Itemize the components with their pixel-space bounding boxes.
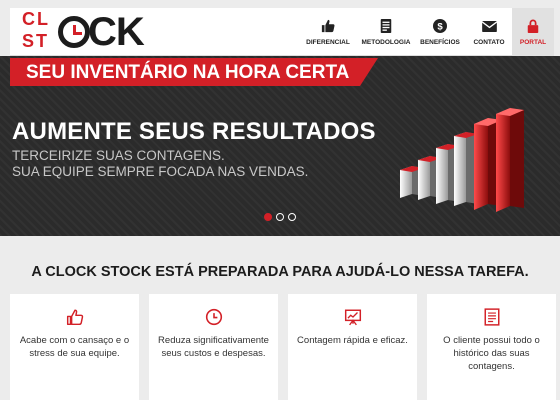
feature-card-text: Acabe com o cansaço e o stress de sua eq… <box>19 335 130 359</box>
hero-subtitle-line2: SUA EQUIPE SEMPRE FOCADA NAS VENDAS. <box>12 164 309 179</box>
document-icon <box>378 18 394 34</box>
hero-banner-text: SEU INVENTÁRIO NA HORA CERTA <box>26 62 350 83</box>
clock-stock-logo[interactable]: CL ST CK <box>20 9 145 54</box>
site-header: CL ST CK DIFERENCIAL METODOLOGIA $ BENEF… <box>10 8 554 56</box>
feature-card-text: O cliente possui todo o histórico das su… <box>443 335 540 372</box>
envelope-icon <box>481 18 497 34</box>
lock-icon <box>525 18 541 34</box>
hero-subtitle-line1: TERCEIRIZE SUAS CONTAGENS. <box>12 148 225 163</box>
nav-item-portal[interactable]: PORTAL <box>512 8 554 56</box>
nav-item-contato[interactable]: CONTATO <box>466 8 512 56</box>
slider-dot-3[interactable] <box>288 213 296 221</box>
nav-label-portal: PORTAL <box>519 39 547 46</box>
clock-icon <box>149 308 278 326</box>
logo-text-ck: CK <box>88 10 145 54</box>
nav-label-contato: CONTATO <box>473 39 505 46</box>
thumbs-up-icon <box>320 18 336 34</box>
nav-label-diferencial: DIFERENCIAL <box>306 39 350 46</box>
hero-banner: SEU INVENTÁRIO NA HORA CERTA <box>10 58 378 86</box>
main-nav: DIFERENCIAL METODOLOGIA $ BENEFÍCIOS CON… <box>298 8 554 56</box>
section-title: A CLOCK STOCK ESTÁ PREPARADA PARA AJUDÁ-… <box>31 264 529 280</box>
dollar-icon: $ <box>432 18 448 34</box>
feature-cards: Acabe com o cansaço e o stress de sua eq… <box>10 294 556 400</box>
feature-card-text: Reduza significativamente seus custos e … <box>158 335 269 359</box>
hero-title: AUMENTE SEUS RESULTADOS <box>12 118 376 145</box>
logo-text-cl: CL <box>22 9 50 29</box>
nav-item-metodologia[interactable]: METODOLOGIA <box>358 8 414 56</box>
feature-card: Acabe com o cansaço e o stress de sua eq… <box>10 294 139 400</box>
slider-dot-1[interactable] <box>264 213 272 221</box>
growth-bar-chart-illustration <box>400 108 524 212</box>
svg-text:$: $ <box>437 22 443 33</box>
slider-pagination <box>264 213 296 221</box>
clock-logo-icon <box>58 16 90 48</box>
nav-item-diferencial[interactable]: DIFERENCIAL <box>298 8 358 56</box>
document-icon <box>427 308 556 326</box>
nav-label-beneficios: BENEFÍCIOS <box>420 39 460 46</box>
feature-card: Contagem rápida e eficaz. <box>288 294 417 400</box>
nav-item-beneficios[interactable]: $ BENEFÍCIOS <box>414 8 466 56</box>
logo-text-st: ST <box>22 31 50 51</box>
hero-slider: SEU INVENTÁRIO NA HORA CERTA AUMENTE SEU… <box>0 56 560 236</box>
feature-card: O cliente possui todo o histórico das su… <box>427 294 556 400</box>
thumbs-up-icon <box>10 308 139 326</box>
slider-dot-2[interactable] <box>276 213 284 221</box>
presentation-chart-icon <box>288 308 417 326</box>
feature-card-text: Contagem rápida e eficaz. <box>297 335 408 346</box>
feature-card: Reduza significativamente seus custos e … <box>149 294 278 400</box>
nav-label-metodologia: METODOLOGIA <box>361 39 411 46</box>
